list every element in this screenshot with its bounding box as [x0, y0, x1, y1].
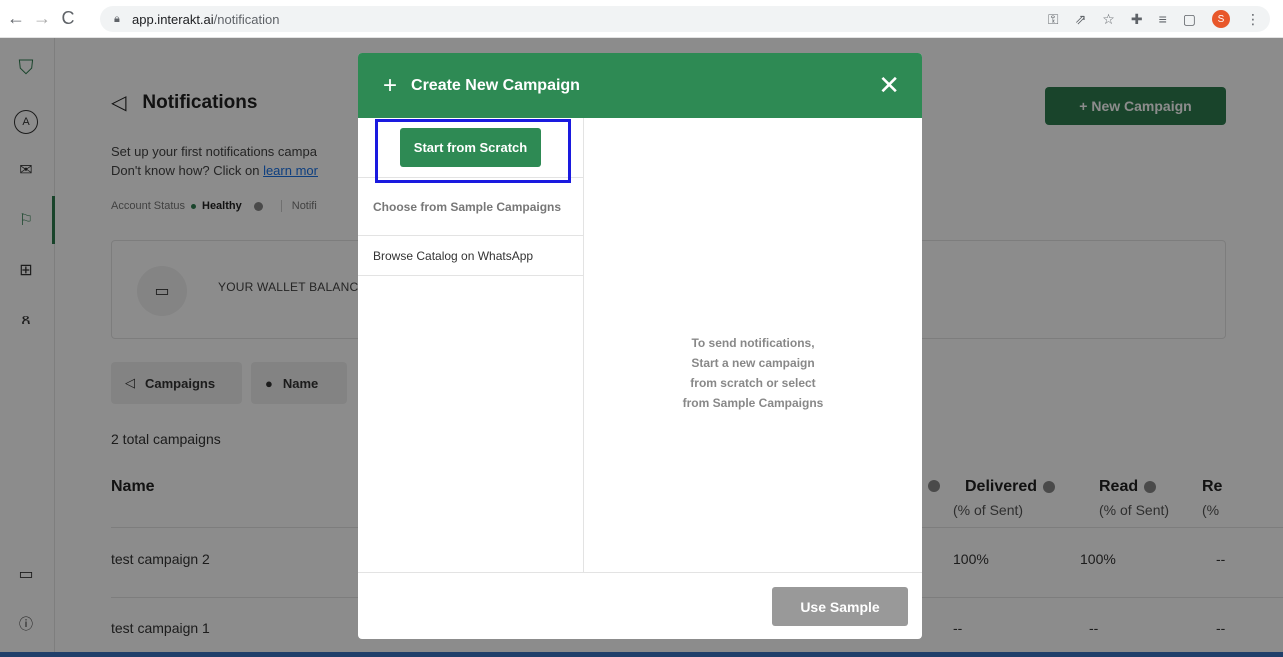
- menu-icon[interactable]: ⋮: [1246, 11, 1260, 28]
- modal-title: Create New Campaign: [411, 76, 580, 94]
- browse-catalog-option[interactable]: Browse Catalog on WhatsApp: [358, 236, 583, 276]
- message-line: from scratch or select: [690, 376, 816, 390]
- empty-state-message: To send notifications, Start a new campa…: [584, 333, 922, 413]
- address-bar[interactable]: 🔒︎ app.interakt.ai/notification ⚿ ⇗ ☆ ✚ …: [100, 6, 1270, 32]
- sample-campaigns-option[interactable]: Choose from Sample Campaigns: [358, 178, 583, 236]
- scratch-option: Start from Scratch: [358, 118, 583, 183]
- campaign-source-options: Start from Scratch Choose from Sample Ca…: [358, 118, 584, 572]
- close-icon[interactable]: ✕: [878, 72, 900, 98]
- taskbar-strip: [0, 652, 1283, 657]
- key-icon[interactable]: ⚿: [1048, 11, 1059, 28]
- star-icon[interactable]: ☆: [1102, 11, 1115, 28]
- reading-list-icon[interactable]: ≡: [1159, 11, 1167, 27]
- forward-icon[interactable]: →: [32, 8, 52, 29]
- plus-icon: +: [383, 71, 398, 99]
- side-panel-icon[interactable]: ▢: [1183, 11, 1196, 28]
- modal-header: + Create New Campaign ✕: [358, 53, 922, 118]
- url-host: app.interakt.ai: [132, 11, 214, 27]
- message-line: Start a new campaign: [691, 356, 815, 370]
- message-line: To send notifications,: [691, 336, 815, 350]
- browser-toolbar: ← → C 🔒︎ app.interakt.ai/notification ⚿ …: [0, 0, 1283, 38]
- share-icon[interactable]: ⇗: [1075, 11, 1087, 28]
- reload-icon[interactable]: C: [58, 8, 78, 29]
- message-line: from Sample Campaigns: [682, 396, 824, 410]
- create-campaign-modal: + Create New Campaign ✕ Start from Scrat…: [358, 53, 922, 639]
- modal-footer: Use Sample: [358, 572, 922, 639]
- back-icon[interactable]: ←: [6, 8, 26, 29]
- lock-icon: 🔒︎: [114, 13, 120, 25]
- profile-avatar[interactable]: S: [1212, 10, 1230, 28]
- highlight-box: [375, 119, 571, 183]
- url-path: /notification: [213, 11, 280, 27]
- extensions-icon[interactable]: ✚: [1131, 11, 1143, 28]
- use-sample-button[interactable]: Use Sample: [772, 587, 908, 626]
